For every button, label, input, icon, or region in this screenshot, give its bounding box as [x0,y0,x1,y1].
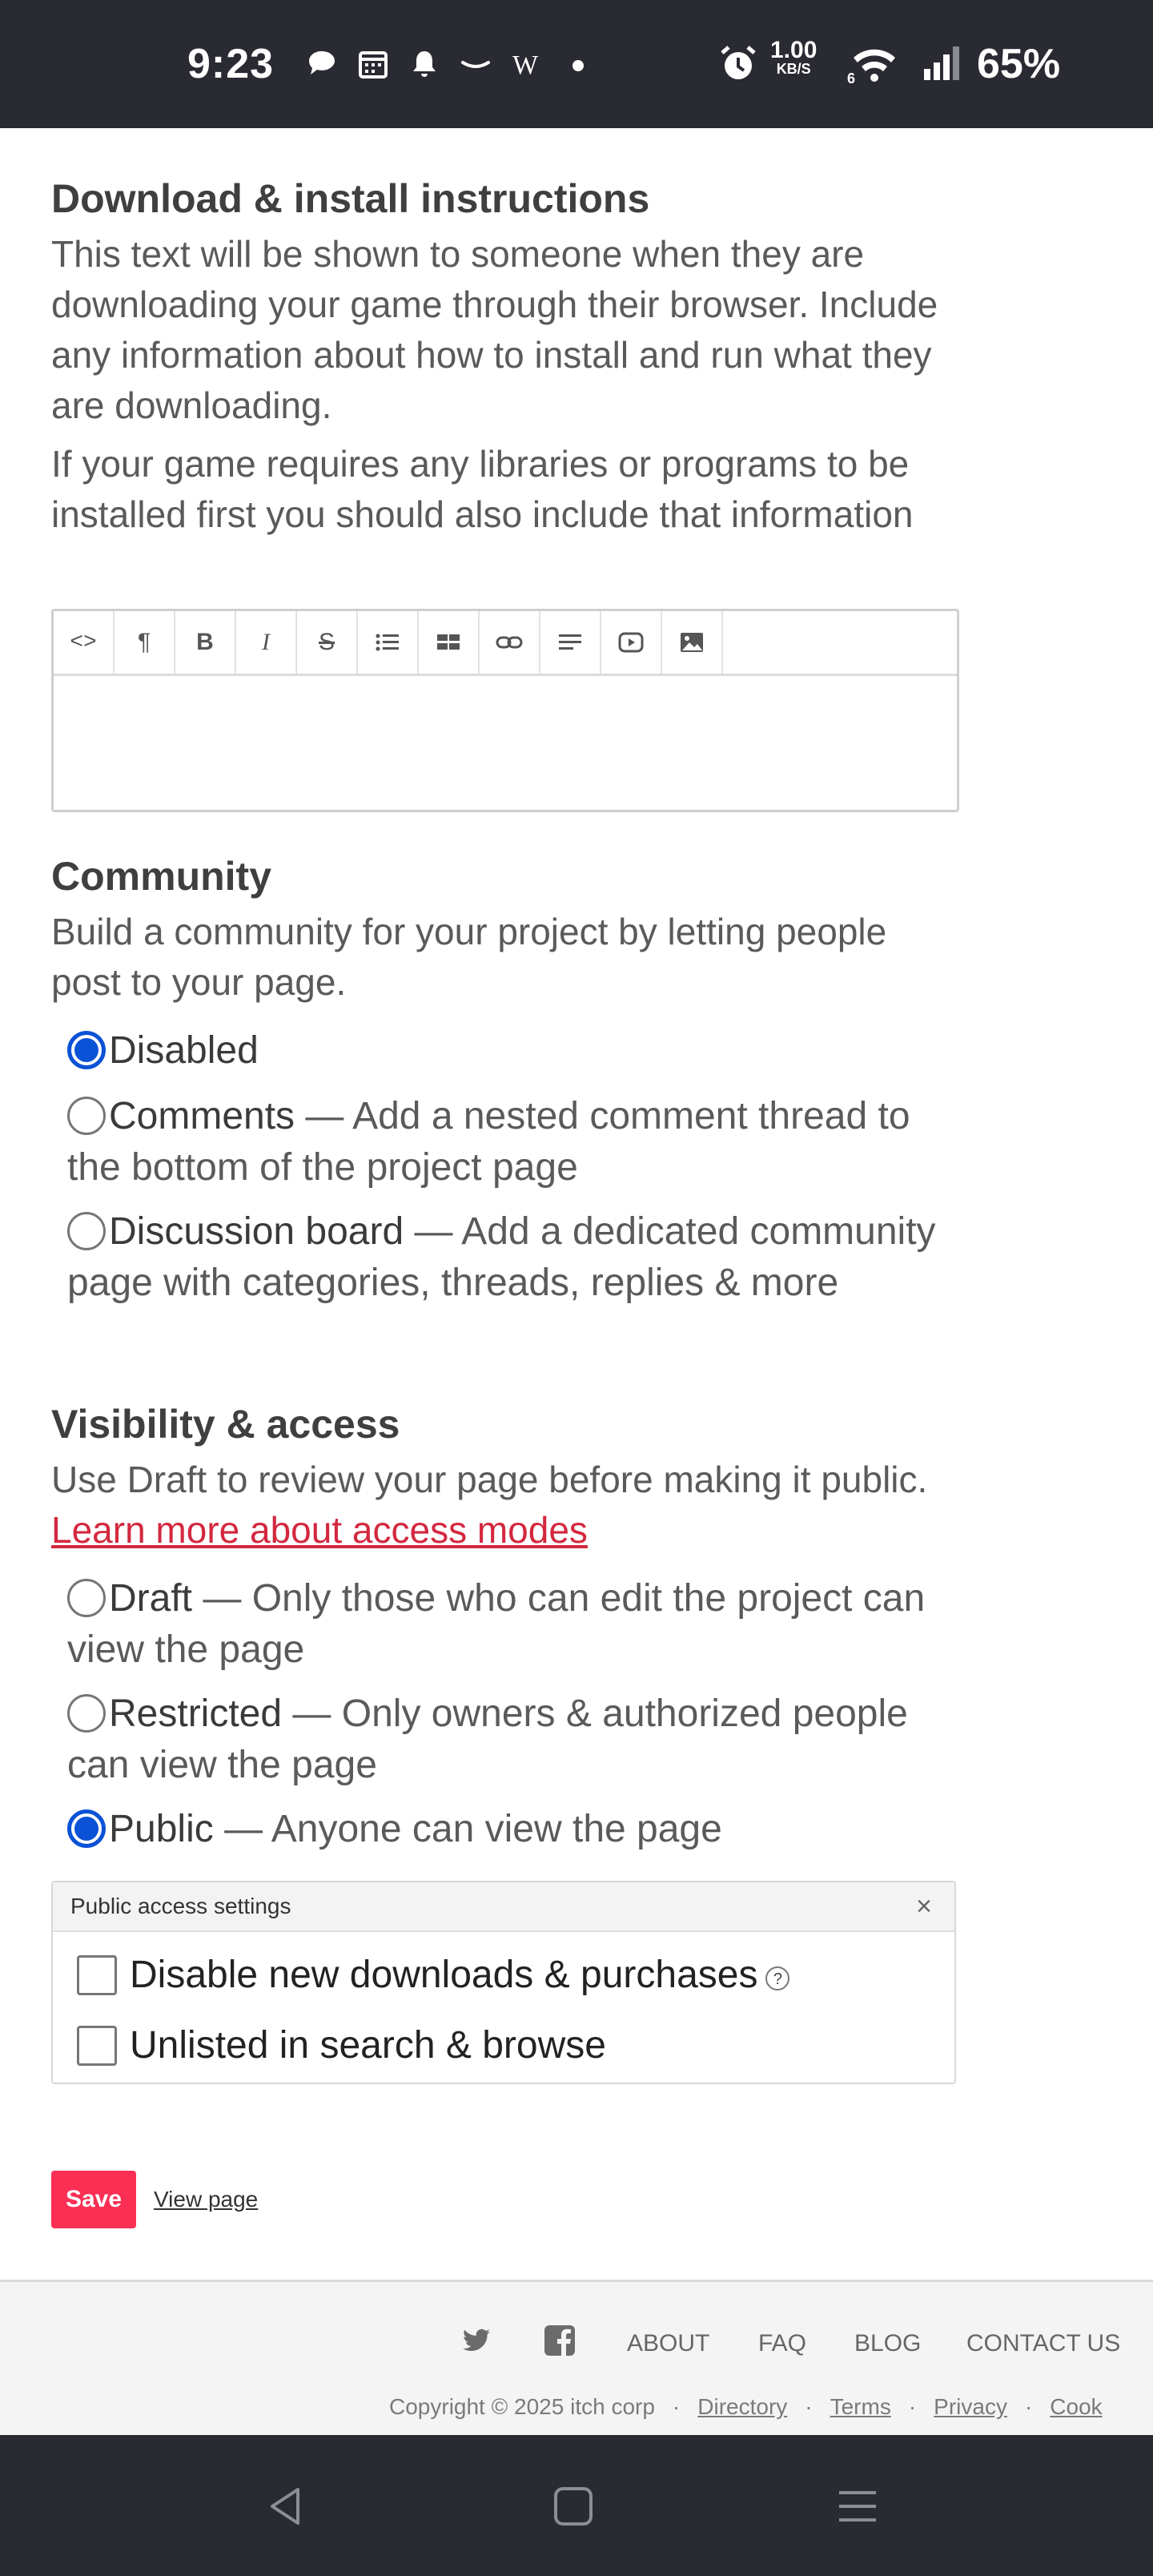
disable-downloads-option[interactable]: Disable new downloads & purchases? [77,1951,790,1999]
option-label: Disabled [109,1029,259,1072]
bold-icon[interactable]: B [175,611,236,674]
editor-toolbar: <> ¶ B I S [54,611,957,676]
privacy-link[interactable]: Privacy [934,2394,1007,2419]
cookies-link[interactable]: Cook [1050,2394,1102,2419]
table-icon[interactable] [419,611,480,674]
radio-unselected[interactable] [67,1212,106,1250]
radio-selected[interactable] [67,1031,106,1069]
public-access-settings: Public access settings × Disable new dow… [51,1881,956,2084]
footer-about-link[interactable]: ABOUT [627,2330,709,2357]
unlisted-option[interactable]: Unlisted in search & browse [77,2022,606,2070]
option-label: Restricted [109,1693,283,1735]
unlisted-label: Unlisted in search & browse [130,2024,606,2067]
link-icon[interactable] [480,611,540,674]
svg-text:W: W [512,50,539,80]
community-section: Community Build a community for your pro… [51,852,961,1008]
svg-text:6: 6 [847,70,855,87]
facebook-icon[interactable] [543,2324,576,2357]
install-desc-2: If your game requires any libraries or p… [51,443,914,535]
visibility-option-public[interactable]: Public — Anyone can view the page [67,1804,948,1855]
unlisted-checkbox[interactable] [77,2026,117,2066]
rich-text-editor[interactable]: <> ¶ B I S [51,609,959,812]
chat-icon [308,50,335,74]
visibility-option-draft[interactable]: Draft — Only those who can edit the proj… [67,1573,948,1676]
video-icon[interactable] [601,611,662,674]
paragraph-icon[interactable]: ¶ [114,611,175,674]
editor-body[interactable] [54,676,957,807]
footer-legal: Copyright © 2025 itch corp · Directory · Ter… [389,2394,1103,2419]
amazon-icon [461,61,490,68]
radio-unselected[interactable] [67,1579,106,1617]
community-title: Community [51,854,271,899]
twitter-icon[interactable] [460,2324,493,2357]
radio-selected[interactable] [67,1809,106,1848]
speed-unit: KB/S [776,61,811,77]
alarm-icon [721,46,756,79]
install-section: Download & install instructions This tex… [51,175,961,540]
disable-downloads-checkbox[interactable] [77,1955,117,1995]
help-icon[interactable]: ? [765,1966,790,1990]
option-label: Draft [109,1577,193,1620]
community-option-disabled[interactable]: Disabled [67,1025,948,1077]
network-speed: 1.00 KB/S [770,37,818,78]
home-icon[interactable] [546,2478,602,2534]
learn-more-link[interactable]: Learn more about access modes [51,1509,588,1551]
save-button[interactable]: Save [51,2171,136,2228]
copyright-text: Copyright © 2025 itch corp [389,2394,655,2419]
footer-faq-link[interactable]: FAQ [758,2330,806,2357]
visibility-section: Visibility & access Use Draft to review … [51,1400,961,1556]
option-detail: — Only those who can edit the project ca… [67,1577,926,1671]
view-page-link[interactable]: View page [154,2187,258,2212]
status-time: 9:23 [187,41,275,87]
disable-downloads-label: Disable new downloads & purchases [130,1954,758,1996]
settings-title: Public access settings [70,1894,291,1918]
install-title: Download & install instructions [51,176,650,221]
recents-icon[interactable] [830,2478,886,2534]
community-option-comments[interactable]: Comments — Add a nested comment thread t… [67,1091,948,1193]
speed-value: 1.00 [770,37,818,63]
image-icon[interactable] [662,611,723,674]
battery-level: 65% [977,41,1061,87]
visibility-desc-text: Use Draft to review your page before mak… [51,1459,928,1500]
radio-unselected[interactable] [67,1694,106,1733]
signal-icon [924,46,959,80]
status-bar: 9:23 W 1.00 KB/S 6 65% [0,0,1153,128]
option-label: Discussion board [109,1210,404,1253]
close-icon[interactable]: × [916,1882,932,1930]
visibility-title: Visibility & access [51,1402,400,1447]
footer: ABOUT FAQ BLOG CONTACT US Copyright © 20… [0,2280,1153,2437]
visibility-desc: Use Draft to review your page before mak… [51,1455,961,1556]
align-icon[interactable] [540,611,601,674]
wifi-icon: 6 [847,49,895,87]
w-icon: W [512,50,539,80]
visibility-option-restricted[interactable]: Restricted — Only owners & authorized pe… [67,1688,948,1791]
community-option-discussion[interactable]: Discussion board — Add a dedicated commu… [67,1206,948,1309]
option-label: Comments [109,1095,295,1137]
strikethrough-icon[interactable]: S [297,611,358,674]
community-desc: Build a community for your project by le… [51,911,887,1003]
dot-icon [572,60,584,71]
option-label: Public [109,1808,214,1850]
code-icon[interactable]: <> [54,611,114,674]
calendar-icon [359,51,388,78]
install-desc-1: This text will be shown to someone when … [51,233,938,426]
footer-contact-link[interactable]: CONTACT US [966,2330,1120,2357]
italic-icon[interactable]: I [236,611,297,674]
settings-header: Public access settings × [53,1882,954,1932]
bullet-list-icon[interactable] [358,611,419,674]
option-detail: — Anyone can view the page [213,1808,722,1850]
directory-link[interactable]: Directory [697,2394,787,2419]
back-icon[interactable] [259,2478,315,2534]
footer-blog-link[interactable]: BLOG [854,2330,921,2357]
bell-icon [413,51,436,77]
terms-link[interactable]: Terms [830,2394,891,2419]
system-nav-bar [0,2435,1153,2576]
radio-unselected[interactable] [67,1097,106,1135]
